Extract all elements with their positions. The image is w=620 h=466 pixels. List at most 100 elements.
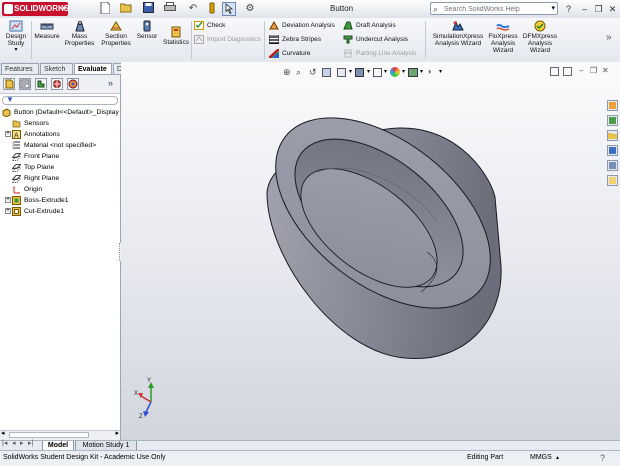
tab-features[interactable]: Features xyxy=(1,63,39,74)
tree-root-part[interactable]: Button (Default<<Default>_Display xyxy=(2,107,122,118)
expand-toggle-icon[interactable]: + xyxy=(5,197,11,204)
zebra-stripes-label: Zebra Stripes xyxy=(282,36,322,43)
help-search-box[interactable]: ⌕ ▾ xyxy=(430,2,558,15)
curvature-button[interactable]: Curvature xyxy=(268,47,311,60)
close-button[interactable]: ✕ xyxy=(606,3,619,15)
parting-line-analysis-button[interactable]: Parting Line Analysis xyxy=(343,48,416,60)
restore-button[interactable]: ❐ xyxy=(592,3,605,15)
part-model-svg[interactable]: Y X Z xyxy=(121,62,620,440)
scroll-left-icon[interactable]: ◂ xyxy=(1,429,5,437)
tree-item-label: Origin xyxy=(24,186,43,193)
help-search-input[interactable] xyxy=(444,4,544,14)
floxpress-button[interactable]: FloXpress Analysis Wizard xyxy=(487,20,519,54)
ds-logo-icon xyxy=(4,4,13,14)
undo-icon[interactable]: ↶ xyxy=(186,2,200,16)
select-icon[interactable] xyxy=(222,2,236,16)
simulationxpress-button[interactable]: SimulationXpress Analysis Wizard xyxy=(429,20,487,47)
tree-item[interactable]: Front Plane xyxy=(5,151,125,162)
floxpress-icon xyxy=(496,23,510,31)
scroll-right-icon[interactable]: ▸ xyxy=(115,429,119,437)
zebra-stripes-icon xyxy=(268,34,280,45)
minimize-button[interactable]: – xyxy=(578,3,591,15)
design-study-button[interactable]: Design Study ▾ xyxy=(3,20,29,54)
measure-button[interactable]: Measure xyxy=(33,20,61,40)
dfmxpress-button[interactable]: DFMXpress Analysis Wizard xyxy=(521,20,559,54)
prev-tab-icon[interactable]: ◂ xyxy=(12,439,16,447)
simulationxpress-label: SimulationXpress Analysis Wizard xyxy=(432,33,484,47)
undercut-analysis-label: Undercut Analysis xyxy=(356,36,409,43)
graphics-viewport[interactable]: ⊕ ⌕ ↺ ▾ ▾ ▾ ▾ ▾ ◐ ▾ – ❐ ✕ Y X Z xyxy=(121,62,620,440)
configuration-manager-tab-icon[interactable] xyxy=(35,78,47,90)
options-icon[interactable]: ⚙ xyxy=(243,2,257,16)
ribbon-divider xyxy=(191,21,192,59)
part-icon xyxy=(2,108,11,118)
scrollbar-thumb[interactable] xyxy=(9,432,89,438)
rebuild-icon[interactable] xyxy=(205,2,219,16)
solidworks-logo[interactable]: SOLIDWORKS ▸ xyxy=(2,2,69,16)
tree-filter-input[interactable]: ▼ xyxy=(2,95,118,105)
status-license-text: SolidWorks Student Design Kit - Academic… xyxy=(3,454,166,461)
display-manager-tab-icon[interactable] xyxy=(67,78,79,90)
expand-toggle-icon[interactable]: + xyxy=(5,131,11,138)
section-properties-icon xyxy=(110,21,122,31)
chevron-up-icon[interactable]: ▴ xyxy=(556,451,559,465)
tree-item[interactable]: Material <not specified> xyxy=(5,140,125,151)
check-button[interactable]: Check xyxy=(194,20,225,32)
first-tab-icon[interactable]: |◂ xyxy=(2,439,7,447)
simulationxpress-icon xyxy=(452,20,464,31)
status-mode-text: Editing Part xyxy=(467,454,504,461)
print-icon[interactable] xyxy=(163,2,177,16)
zebra-stripes-button[interactable]: Zebra Stripes xyxy=(268,34,322,46)
ribbon-expand-icon[interactable]: » xyxy=(606,32,612,43)
tab-evaluate[interactable]: Evaluate xyxy=(74,63,112,74)
next-tab-icon[interactable]: ▸ xyxy=(20,439,24,447)
ribbon-divider xyxy=(425,21,426,59)
save-icon[interactable] xyxy=(141,2,155,16)
property-manager-tab-icon[interactable] xyxy=(19,78,31,90)
title-bar: SOLIDWORKS ▸ ↶ ⚙ Button ⌕ ▾ ? – ❐ ✕ xyxy=(0,0,620,19)
statistics-icon xyxy=(171,26,181,38)
status-units-text[interactable]: MMGS xyxy=(530,451,552,465)
open-icon[interactable] xyxy=(119,2,133,16)
deviation-analysis-button[interactable]: Deviation Analysis xyxy=(269,20,335,32)
tree-item[interactable]: Right Plane xyxy=(5,173,125,184)
tree-item[interactable]: Origin xyxy=(5,184,125,195)
dfmxpress-icon xyxy=(534,20,546,32)
check-icon xyxy=(194,20,204,30)
tree-item[interactable]: + Boss-Extrude1 xyxy=(5,195,125,206)
import-diagnostics-button[interactable]: Import Diagnostics xyxy=(194,34,261,46)
search-dropdown-icon[interactable]: ▾ xyxy=(551,3,555,15)
help-icon[interactable]: ? xyxy=(562,3,575,15)
last-tab-icon[interactable]: ▸| xyxy=(28,439,33,447)
panel-expand-icon[interactable]: » xyxy=(108,78,113,88)
tree-item[interactable]: Top Plane xyxy=(5,162,125,173)
section-properties-label: Section Properties xyxy=(101,33,131,47)
dimxpert-manager-tab-icon[interactable] xyxy=(51,78,63,90)
tree-item[interactable]: Sensors xyxy=(5,118,125,129)
expand-toggle-icon[interactable]: + xyxy=(5,208,11,215)
help-status-icon[interactable]: ? xyxy=(600,451,605,465)
parting-line-analysis-label: Parting Line Analysis xyxy=(356,50,417,57)
feature-manager-tab-icon[interactable] xyxy=(3,78,15,90)
new-icon[interactable] xyxy=(98,1,112,16)
tab-sketch[interactable]: Sketch xyxy=(40,63,73,74)
tree-item[interactable]: + Cut-Extrude1 xyxy=(5,206,125,217)
mass-properties-button[interactable]: Mass Properties xyxy=(63,20,96,47)
sensor-button[interactable]: Sensor xyxy=(135,20,159,40)
feature-manager-panel: » ▼ Button (Default<<Default>_Display ◂ … xyxy=(0,75,121,441)
sensor-icon xyxy=(143,20,151,32)
undercut-analysis-button[interactable]: Undercut Analysis xyxy=(343,34,408,46)
horizontal-scrollbar[interactable]: ◂ ▸ xyxy=(0,430,120,440)
measure-label: Measure xyxy=(34,33,60,40)
draft-analysis-button[interactable]: Draft Analysis xyxy=(343,20,396,32)
search-icon: ⌕ xyxy=(433,4,439,14)
tree-item[interactable]: + A Annotations xyxy=(5,129,125,140)
undercut-analysis-icon xyxy=(343,35,353,44)
statistics-button[interactable]: Statistics xyxy=(161,26,191,46)
section-properties-button[interactable]: Section Properties xyxy=(99,20,133,47)
